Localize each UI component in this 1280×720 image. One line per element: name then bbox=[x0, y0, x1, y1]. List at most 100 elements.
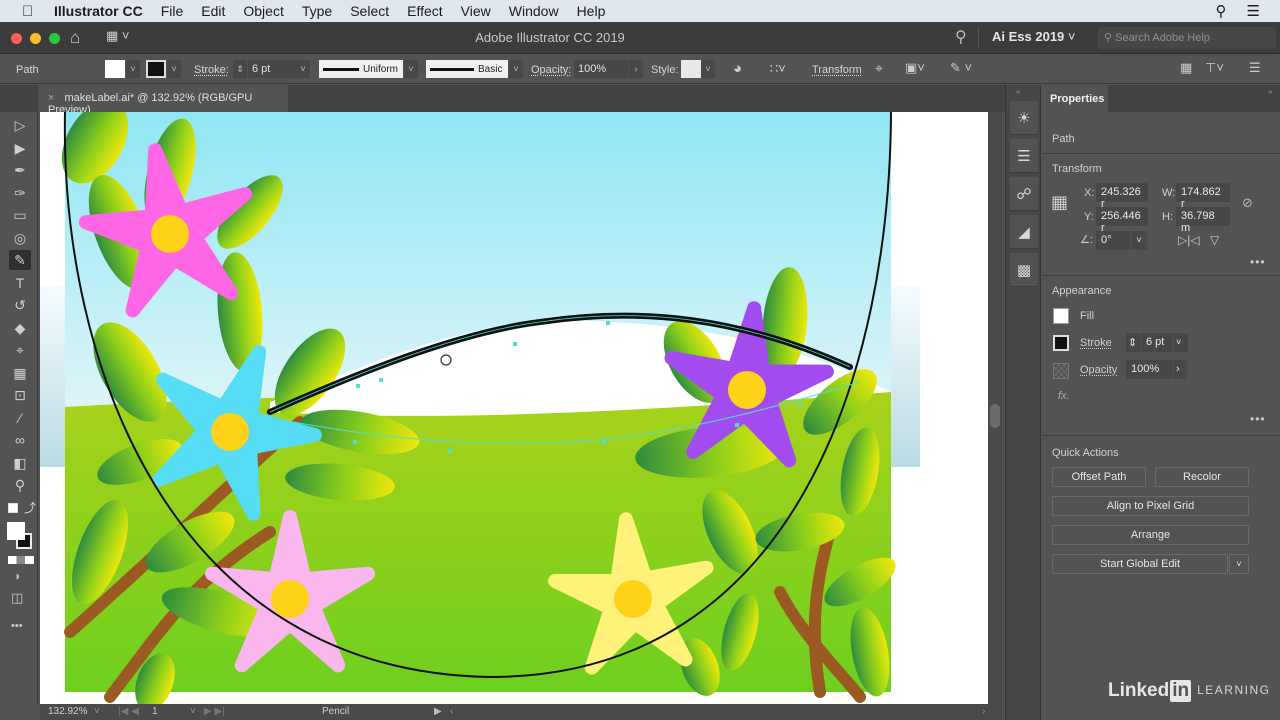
recolor-button[interactable]: Recolor bbox=[1155, 467, 1249, 487]
close-tab-icon[interactable]: × bbox=[48, 92, 54, 104]
transform-more-options[interactable]: ••• bbox=[1250, 255, 1266, 269]
hscroll-left-arrow[interactable]: ‹ bbox=[450, 706, 453, 717]
spotlight-search-icon[interactable]: ⚲ bbox=[1216, 2, 1227, 20]
pen-tool[interactable]: ✒ bbox=[9, 160, 31, 180]
libraries-panel-icon[interactable]: ☍ bbox=[1010, 177, 1038, 211]
arrange-icon[interactable]: ▦ bbox=[1180, 60, 1192, 76]
stroke-weight-stepper-panel[interactable]: ⇕ bbox=[1126, 333, 1140, 352]
stroke-weight-stepper[interactable]: ⇕ bbox=[233, 60, 247, 78]
rectangle-tool[interactable]: ▭ bbox=[9, 205, 31, 225]
opacity-field[interactable]: 100% bbox=[574, 60, 628, 78]
stroke-swatch[interactable] bbox=[146, 60, 166, 78]
y-field[interactable]: 256.446 r bbox=[1096, 207, 1148, 234]
blend-tool[interactable]: ∞ bbox=[9, 430, 31, 450]
global-edit-options-dropdown[interactable]: ˅ bbox=[1229, 554, 1249, 574]
menu-effect[interactable]: Effect bbox=[407, 3, 443, 19]
swap-fill-stroke-icon[interactable]: ⤴ bbox=[24, 499, 36, 516]
shape-builder-tool[interactable]: ◧ bbox=[9, 453, 31, 473]
fill-dropdown[interactable]: ˅ bbox=[126, 60, 140, 78]
edit-toolbar-icon[interactable]: ••• bbox=[11, 620, 23, 632]
rotate-tool[interactable]: ↺ bbox=[9, 295, 31, 315]
select-similar-icon[interactable]: ⌖ bbox=[875, 60, 883, 77]
opacity-expand-arrow[interactable]: › bbox=[629, 60, 643, 78]
panel-toggle-icon[interactable]: ⊤˅ bbox=[1205, 60, 1224, 76]
flip-horizontal-icon[interactable]: ▷|◁ bbox=[1178, 233, 1200, 247]
menu-window[interactable]: Window bbox=[509, 3, 559, 19]
brush-dropdown[interactable]: ˅ bbox=[509, 60, 523, 78]
brush-definition[interactable]: Basic bbox=[426, 60, 508, 78]
menu-view[interactable]: View bbox=[461, 3, 491, 19]
appearance-more-options[interactable]: ••• bbox=[1250, 412, 1266, 426]
stroke-weight-field-panel[interactable]: 6 pt bbox=[1141, 333, 1173, 352]
stroke-dropdown[interactable]: ˅ bbox=[167, 60, 181, 78]
control-menu-icon[interactable]: ☰ bbox=[1249, 60, 1261, 76]
artboard-dropdown-icon[interactable]: ˅ bbox=[190, 706, 196, 717]
color-mode-buttons[interactable] bbox=[8, 556, 34, 564]
x-field[interactable]: 245.326 r bbox=[1096, 183, 1148, 210]
hscroll-right-arrow[interactable]: › bbox=[982, 706, 985, 717]
align-icon[interactable]: ∷˅ bbox=[770, 61, 786, 77]
default-fill-stroke-icon[interactable] bbox=[8, 503, 18, 513]
next-artboard-icon[interactable]: ▶ ▶| bbox=[204, 706, 225, 717]
zoom-dropdown-icon[interactable]: ˅ bbox=[94, 706, 100, 717]
offset-path-button[interactable]: Offset Path bbox=[1052, 467, 1146, 487]
spiral-tool[interactable]: ◎ bbox=[9, 228, 31, 248]
screen-mode-icon[interactable]: ◫ bbox=[11, 590, 23, 606]
status-menu-arrow[interactable]: ▶ bbox=[434, 706, 442, 717]
constrain-proportions-icon[interactable]: ⊘ bbox=[1242, 195, 1253, 211]
fill-swatch[interactable] bbox=[105, 60, 125, 78]
collapse-dock-icon[interactable]: « bbox=[1016, 87, 1020, 96]
edit-icon[interactable]: ✎ ˅ bbox=[950, 60, 972, 76]
document-tab[interactable]: × makeLabel.ai* @ 132.92% (RGB/GPU Previe… bbox=[38, 85, 288, 116]
transparency-panel-icon[interactable]: ▩ bbox=[1010, 253, 1038, 287]
scroll-thumb[interactable] bbox=[990, 404, 1000, 428]
h-field[interactable]: 36.798 m bbox=[1176, 207, 1230, 234]
stroke-label-panel[interactable]: Stroke bbox=[1080, 337, 1112, 349]
first-artboard-icon[interactable]: |◀ ◀ bbox=[118, 706, 139, 717]
type-tool[interactable]: T bbox=[9, 273, 31, 293]
layers-panel-icon[interactable]: ☰ bbox=[1010, 139, 1038, 173]
opacity-expand-panel[interactable]: › bbox=[1173, 360, 1187, 379]
arrange-button[interactable]: Arrange bbox=[1052, 525, 1249, 545]
stroke-weight-dropdown-panel[interactable]: ˅ bbox=[1174, 333, 1188, 352]
menu-edit[interactable]: Edit bbox=[201, 3, 225, 19]
selection-tool[interactable]: ▷ bbox=[9, 115, 31, 135]
zoom-level-field[interactable]: 132.92% bbox=[48, 706, 87, 717]
curvature-tool[interactable]: ✑ bbox=[9, 183, 31, 203]
direct-selection-tool[interactable]: ▶ bbox=[9, 138, 31, 158]
rotate-angle-field[interactable]: 0° bbox=[1096, 231, 1130, 250]
opacity-label[interactable]: Opacity: bbox=[531, 64, 571, 76]
stroke-swatch-panel[interactable] bbox=[1053, 335, 1069, 351]
style-dropdown[interactable]: ˅ bbox=[701, 60, 715, 78]
properties-panel-icon[interactable]: ☀ bbox=[1010, 101, 1038, 135]
w-field[interactable]: 174.862 r bbox=[1176, 183, 1230, 210]
flip-vertical-icon[interactable]: ▽ bbox=[1210, 233, 1219, 247]
workspace-switcher[interactable]: Ai Ess 2019 ˅ bbox=[992, 29, 1076, 44]
recolor-artwork-icon[interactable]: ◕ bbox=[733, 60, 742, 77]
artboard-tool[interactable]: ⊡ bbox=[9, 385, 31, 405]
fx-icon[interactable]: fx. bbox=[1058, 390, 1070, 402]
profile-dropdown[interactable]: ˅ bbox=[404, 60, 418, 78]
isolate-icon[interactable]: ▣˅ bbox=[905, 60, 925, 76]
search-help-input[interactable]: ⚲ Search Adobe Help bbox=[1098, 27, 1276, 49]
notification-center-icon[interactable]: ☰ bbox=[1247, 2, 1260, 20]
menu-object[interactable]: Object bbox=[243, 3, 283, 19]
artboard-canvas[interactable] bbox=[40, 112, 988, 704]
draw-mode-icon[interactable]: ◑ bbox=[13, 569, 20, 583]
expand-panel-icon[interactable]: » bbox=[1268, 87, 1272, 96]
lightbulb-icon[interactable]: ⚲ bbox=[955, 27, 967, 47]
menu-select[interactable]: Select bbox=[350, 3, 389, 19]
properties-tab[interactable]: Properties bbox=[1042, 85, 1108, 112]
menu-help[interactable]: Help bbox=[577, 3, 606, 19]
eyedropper-tool[interactable]: ⁄ bbox=[9, 408, 31, 428]
fill-color-box[interactable] bbox=[7, 522, 25, 540]
rotate-angle-dropdown[interactable]: ˅ bbox=[1131, 231, 1147, 250]
gradient-tool[interactable]: ▦ bbox=[9, 363, 31, 383]
start-global-edit-button[interactable]: Start Global Edit bbox=[1052, 554, 1228, 574]
stroke-weight-dropdown[interactable]: ˅ bbox=[296, 60, 310, 78]
align-to-pixel-grid-button[interactable]: Align to Pixel Grid bbox=[1052, 496, 1249, 516]
menu-type[interactable]: Type bbox=[302, 3, 332, 19]
opacity-field-panel[interactable]: 100% bbox=[1126, 360, 1172, 379]
zoom-tool[interactable]: ⚲ bbox=[9, 475, 31, 495]
reference-point-icon[interactable]: ▦ bbox=[1051, 193, 1068, 211]
